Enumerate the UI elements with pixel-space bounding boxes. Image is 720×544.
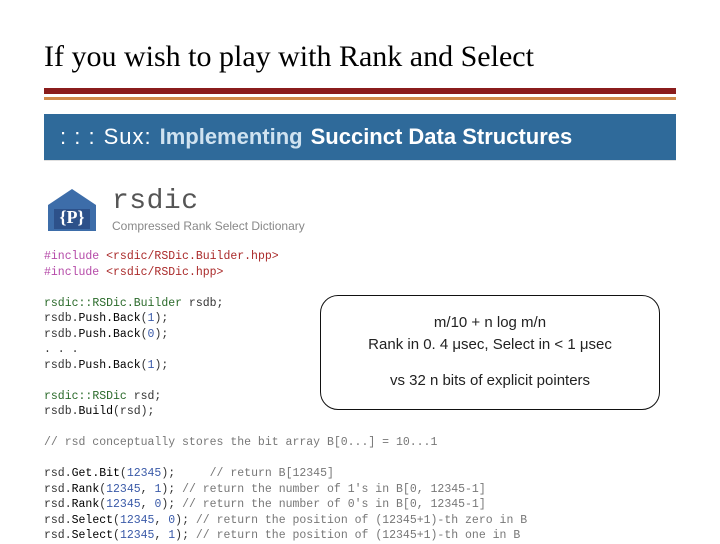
code-keyword: #include [44, 266, 99, 279]
rsdic-logo-icon: {P} [44, 183, 100, 235]
callout-bubble: m/10 + n log m/n Rank in 0. 4 μsec, Sele… [320, 295, 660, 410]
code-text: , [154, 529, 168, 542]
code-keyword: #include [44, 250, 99, 263]
page-title: If you wish to play with Rank and Select [0, 40, 720, 82]
rsdic-subtitle: Compressed Rank Select Dictionary [112, 219, 305, 233]
code-fn: Select [72, 529, 113, 542]
code-text: rsd; [127, 390, 162, 403]
divider-thin [44, 97, 676, 100]
code-text: ( [141, 359, 148, 372]
callout-line2: Rank in 0. 4 μsec, Select in < 1 μsec [339, 334, 641, 356]
code-text: rsdb. [44, 405, 79, 418]
code-comment: // return B[12345] [210, 467, 334, 480]
code-text: rsdb; [182, 297, 223, 310]
code-fn: Push.Back [79, 312, 141, 325]
rsdic-title: rsdic [112, 186, 305, 217]
code-namespace: rsdic:: [44, 390, 92, 403]
code-text: ); [154, 328, 168, 341]
callout-spacer [339, 356, 641, 370]
code-text: ); [161, 467, 209, 480]
code-text: , [141, 483, 155, 496]
rsdic-header: {P} rsdic Compressed Rank Select Diction… [44, 183, 676, 235]
code-class: RSDic.Builder [92, 297, 182, 310]
code-text: rsdb. [44, 359, 79, 372]
code-namespace: rsdic:: [44, 297, 92, 310]
code-num: 12345 [106, 498, 141, 511]
code-text: ); [154, 312, 168, 325]
code-text: . . . [44, 343, 79, 356]
code-num: 12345 [106, 483, 141, 496]
code-text: rsd. [44, 529, 72, 542]
code-class: RSDic [92, 390, 127, 403]
code-text: ); [161, 498, 182, 511]
sux-tag2: Succinct Data Structures [311, 124, 573, 150]
code-comment: // return the position of (12345+1)-th z… [196, 514, 527, 527]
code-fn: Build [79, 405, 114, 418]
code-text: , [154, 514, 168, 527]
code-comment: // return the number of 1's in B[0, 1234… [182, 483, 486, 496]
code-num: 12345 [120, 529, 155, 542]
code-comment: // rsd conceptually stores the bit array… [44, 436, 437, 449]
code-text: rsd. [44, 498, 72, 511]
code-text: ); [161, 483, 182, 496]
code-text: ); [175, 514, 196, 527]
sux-name: Sux: [104, 124, 152, 150]
code-text: ( [113, 529, 120, 542]
slide: If you wish to play with Rank and Select… [0, 0, 720, 540]
code-fn: Push.Back [79, 359, 141, 372]
code-text: (rsd); [113, 405, 154, 418]
rsdic-text: rsdic Compressed Rank Select Dictionary [112, 186, 305, 233]
svg-text:{P}: {P} [59, 207, 84, 227]
code-fn: Push.Back [79, 328, 141, 341]
code-include-path: <rsdic/RSDic.hpp> [106, 266, 223, 279]
code-text: , [141, 498, 155, 511]
code-comment: // return the position of (12345+1)-th o… [196, 529, 520, 542]
code-fn: Rank [72, 483, 100, 496]
code-text: ( [120, 467, 127, 480]
code-text: rsd. [44, 483, 72, 496]
divider-thick [44, 88, 676, 94]
code-fn: Get.Bit [72, 467, 120, 480]
code-comment: // return the number of 0's in B[0, 1234… [182, 498, 486, 511]
sux-banner: : : : Sux: Implementing Succinct Data St… [44, 114, 676, 161]
code-text: rsd. [44, 467, 72, 480]
code-include-path: <rsdic/RSDic.Builder.hpp> [106, 250, 279, 263]
sux-prefix: : : : [60, 124, 96, 150]
sux-tag1: Implementing [160, 124, 303, 150]
code-text: ( [141, 328, 148, 341]
code-text: ); [154, 359, 168, 372]
callout-line1: m/10 + n log m/n [339, 312, 641, 334]
code-text: rsdb. [44, 328, 79, 341]
code-num: 12345 [120, 514, 155, 527]
code-text: ); [175, 529, 196, 542]
code-text: ( [141, 312, 148, 325]
code-fn: Rank [72, 498, 100, 511]
code-text: rsd. [44, 514, 72, 527]
code-text: rsdb. [44, 312, 79, 325]
code-num: 12345 [127, 467, 162, 480]
code-fn: Select [72, 514, 113, 527]
callout-line3: vs 32 n bits of explicit pointers [339, 370, 641, 392]
code-text: ( [113, 514, 120, 527]
